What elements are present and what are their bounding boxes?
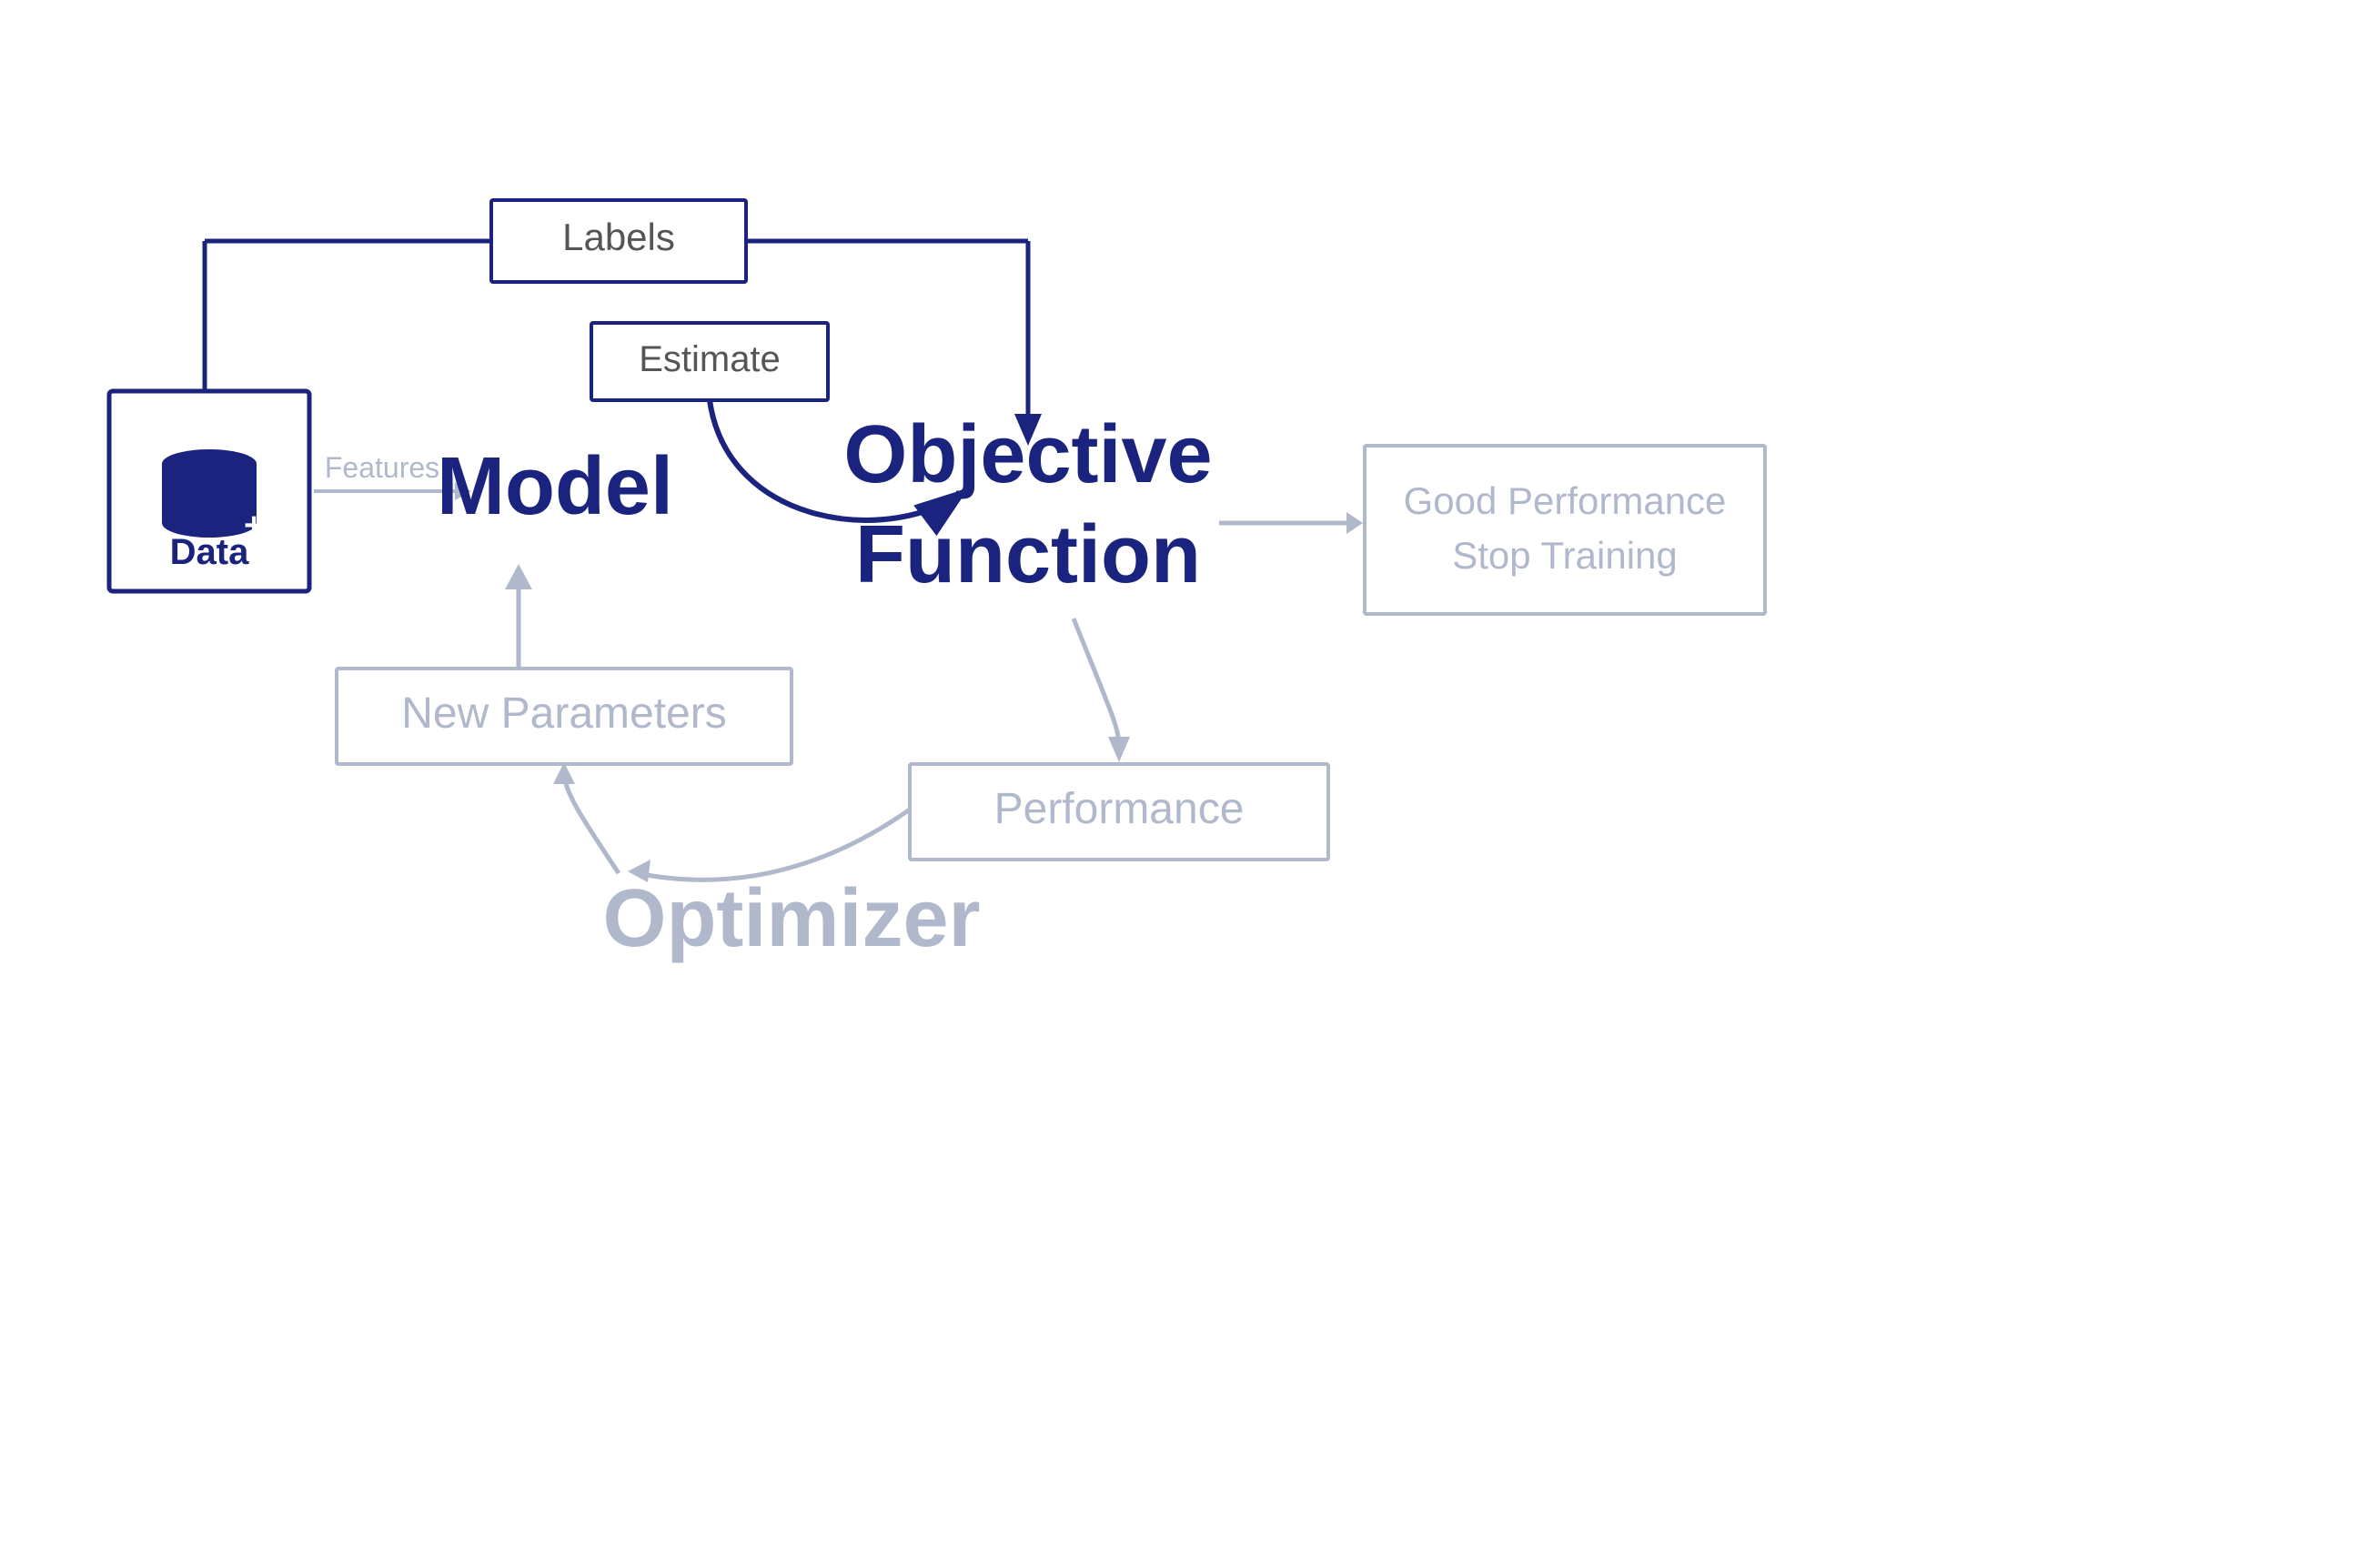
- features-label: Features: [325, 451, 439, 484]
- db-top: [162, 449, 257, 478]
- estimate-text: Estimate: [639, 339, 781, 379]
- newparam-to-model-arrow: [505, 564, 532, 589]
- optimizer-to-newparam-arc: [564, 773, 619, 873]
- good-perf-text2: Stop Training: [1452, 534, 1678, 577]
- model-label: Model: [437, 441, 673, 532]
- good-perf-text1: Good Performance: [1404, 479, 1727, 522]
- obj-to-perf-arrow: [1108, 737, 1130, 762]
- obj-to-perf-arc: [1074, 619, 1119, 746]
- obj-func-line2: Function: [855, 509, 1201, 600]
- new-parameters-text: New Parameters: [401, 689, 726, 738]
- obj-to-good-arrow: [1346, 512, 1363, 534]
- performance-text: Performance: [994, 785, 1245, 833]
- labels-text: Labels: [562, 216, 675, 258]
- perf-to-optimizer-arc: [637, 810, 910, 880]
- data-label: Data: [170, 532, 249, 572]
- optimizer-label: Optimizer: [602, 873, 980, 964]
- obj-func-line1: Objective: [843, 409, 1212, 500]
- good-performance-box: [1365, 446, 1765, 614]
- diagram-container: Labels Estimate + Data Featur: [0, 0, 2380, 1559]
